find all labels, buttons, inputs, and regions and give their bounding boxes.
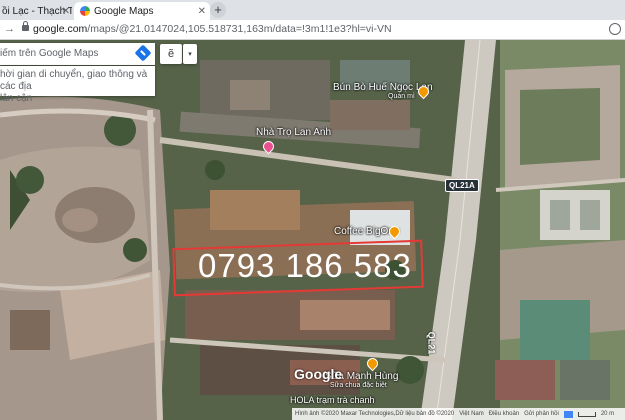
google-logo: Google	[294, 366, 343, 382]
browser-tab-bar: ồi Lạc - Thạch Thất ✕ Google Maps ✕ +	[0, 0, 625, 20]
maps-search-box[interactable]: iếm trên Google Maps	[0, 43, 155, 65]
suggestion-line: hời gian di chuyển, giao thông và các đị…	[0, 69, 148, 92]
footer-link-country[interactable]: Việt Nam	[459, 411, 484, 417]
category-chip[interactable]: ẽ	[160, 44, 182, 64]
url-path: /maps/@21.0147024,105.518731,163m/data=!…	[87, 23, 392, 35]
google-maps-icon	[80, 6, 90, 16]
browser-menu-icon[interactable]	[609, 23, 621, 35]
place-label[interactable]: Nhà Trọ Lan Anh	[256, 127, 331, 138]
search-input[interactable]: iếm trên Google Maps	[0, 48, 98, 59]
new-tab-button[interactable]: +	[210, 2, 226, 18]
address-bar[interactable]: → google.com/maps/@21.0147024,105.518731…	[0, 20, 625, 40]
close-icon[interactable]: ✕	[198, 6, 206, 17]
map-footer: Hình ảnh ©2020 Maxar Technologies,Dữ liệ…	[292, 408, 625, 420]
report-flag-icon[interactable]	[563, 410, 573, 418]
footer-link-feedback[interactable]: Gửi phản hồi	[524, 411, 559, 417]
footer-link-terms[interactable]: Điều khoản	[489, 411, 519, 417]
satellite-map[interactable]: iếm trên Google Maps hời gian di chuyển,…	[0, 40, 625, 420]
phone-overlay: 0793 186 583	[198, 247, 412, 284]
suggestion-line: lân cận	[0, 93, 33, 104]
place-sublabel: Sữa chua đặc biệt	[330, 382, 387, 389]
search-suggestion[interactable]: hời gian di chuyển, giao thông và các đị…	[0, 66, 155, 104]
road-label: QL21	[426, 331, 437, 355]
highway-shield: QL21A	[445, 179, 479, 192]
scale-label[interactable]: 20 m	[601, 411, 614, 417]
lock-icon[interactable]	[22, 21, 29, 31]
url-host: google.com	[33, 23, 88, 35]
directions-icon[interactable]	[134, 44, 152, 62]
imagery-attribution: Hình ảnh ©2020 Maxar Technologies,Dữ liệ…	[295, 411, 455, 417]
close-icon[interactable]: ✕	[62, 6, 70, 17]
place-sublabel: Quán mì	[388, 93, 415, 100]
url-text[interactable]: google.com/maps/@21.0147024,105.518731,1…	[33, 23, 392, 35]
tab-thach-that[interactable]: ồi Lạc - Thạch Thất ✕	[0, 2, 72, 20]
tab-google-maps[interactable]: Google Maps ✕	[74, 2, 210, 20]
tab-title: Google Maps	[94, 5, 154, 17]
scale-bar[interactable]	[577, 411, 596, 417]
forward-arrow-icon[interactable]: →	[4, 23, 15, 35]
place-label[interactable]: HOLA trạm trà chanh	[290, 395, 375, 405]
chevron-down-icon[interactable]: ▾	[183, 44, 197, 64]
